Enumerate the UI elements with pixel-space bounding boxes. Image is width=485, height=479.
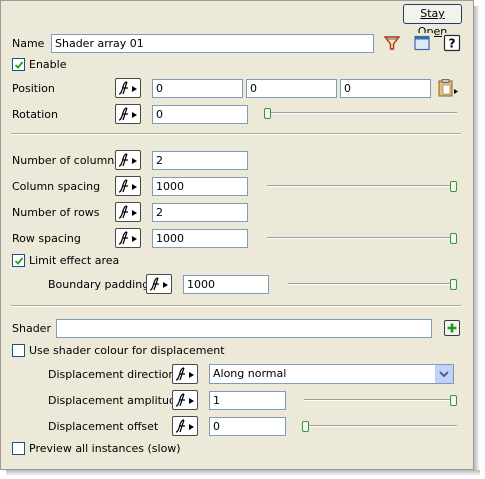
- checkmark-icon: [14, 61, 24, 69]
- displacement-direction-value: Along normal: [213, 367, 287, 380]
- expression-curve-icon: [175, 367, 194, 381]
- columns-label: Number of columns: [12, 154, 121, 167]
- column-spacing-slider-thumb[interactable]: [450, 181, 457, 192]
- expression-curve-icon: [118, 81, 137, 95]
- position-z-field[interactable]: 0: [340, 79, 431, 98]
- use-shader-colour-checkbox[interactable]: [12, 344, 25, 357]
- row-spacing-slider-track[interactable]: [267, 237, 457, 239]
- window-shadow-bottom: [6, 470, 480, 476]
- displacement-offset-expression-button[interactable]: [172, 416, 198, 436]
- position-label: Position: [12, 82, 55, 95]
- row-spacing-field[interactable]: 1000: [152, 229, 248, 248]
- displacement-offset-slider-track[interactable]: [304, 425, 457, 427]
- clipboard-icon: [438, 79, 458, 97]
- displacement-amplitude-expression-button[interactable]: [172, 390, 198, 410]
- stay-open-button[interactable]: Stay Open: [403, 4, 462, 38]
- position-expression-button[interactable]: [115, 78, 141, 98]
- expression-curve-icon: [175, 419, 194, 433]
- boundary-padding-slider-thumb[interactable]: [450, 279, 457, 290]
- help-question-icon: ?: [443, 34, 461, 52]
- chevron-down-icon: [439, 371, 449, 378]
- preview-all-instances-checkbox[interactable]: [12, 442, 25, 455]
- row-spacing-slider-thumb[interactable]: [450, 233, 457, 244]
- expression-curve-icon: [118, 231, 137, 245]
- limit-effect-area-label: Limit effect area: [29, 254, 120, 267]
- expression-curve-icon: [175, 393, 194, 407]
- boundary-padding-label: Boundary padding: [48, 278, 150, 291]
- rows-field[interactable]: 2: [152, 203, 248, 222]
- funnel-filter-icon: [383, 36, 401, 50]
- rotation-label: Rotation: [12, 108, 59, 121]
- name-label: Name: [12, 37, 45, 50]
- expression-curve-icon: [118, 179, 137, 193]
- enable-label: Enable: [29, 58, 67, 71]
- column-spacing-field[interactable]: 1000: [152, 177, 248, 196]
- name-field[interactable]: Shader array 01: [51, 34, 374, 53]
- rotation-slider-track[interactable]: [267, 112, 457, 114]
- columns-field[interactable]: 2: [152, 151, 248, 170]
- boundary-padding-slider-track[interactable]: [288, 283, 457, 285]
- plus-icon: [444, 320, 460, 336]
- enable-checkbox[interactable]: [12, 58, 25, 71]
- add-shader-button[interactable]: [442, 318, 464, 338]
- displacement-offset-slider-thumb[interactable]: [302, 421, 309, 432]
- limit-effect-area-checkbox[interactable]: [12, 254, 25, 267]
- section-divider: [11, 133, 461, 135]
- displacement-amplitude-label: Displacement amplitude: [48, 394, 183, 407]
- rows-label: Number of rows: [12, 206, 100, 219]
- rotation-slider-thumb[interactable]: [264, 108, 271, 119]
- boundary-padding-field[interactable]: 1000: [183, 275, 269, 294]
- window-shadow-right: [474, 6, 480, 476]
- displacement-amplitude-slider-track[interactable]: [304, 399, 457, 401]
- shader-field[interactable]: [56, 319, 432, 338]
- svg-text:?: ?: [449, 37, 456, 51]
- column-spacing-label: Column spacing: [12, 180, 101, 193]
- row-spacing-expression-button[interactable]: [115, 228, 141, 248]
- column-spacing-expression-button[interactable]: [115, 176, 141, 196]
- displacement-direction-select[interactable]: Along normal: [209, 364, 454, 384]
- position-y-field[interactable]: 0: [246, 79, 337, 98]
- section-divider: [11, 305, 461, 307]
- displacement-amplitude-field[interactable]: 1: [209, 391, 286, 410]
- rotation-field[interactable]: 0: [152, 105, 248, 124]
- displacement-amplitude-slider-thumb[interactable]: [450, 395, 457, 406]
- rows-expression-button[interactable]: [115, 202, 141, 222]
- position-x-field[interactable]: 0: [152, 79, 243, 98]
- expression-curve-icon: [118, 205, 137, 219]
- displacement-offset-label: Displacement offset: [48, 420, 159, 433]
- browse-window-button[interactable]: [412, 33, 434, 53]
- shader-label: Shader: [12, 322, 51, 335]
- use-shader-colour-label: Use shader colour for displacement: [29, 344, 225, 357]
- expression-curve-icon: [118, 153, 137, 167]
- boundary-padding-expression-button[interactable]: [146, 274, 172, 294]
- preview-all-instances-label: Preview all instances (slow): [29, 442, 181, 455]
- expression-curve-icon: [149, 277, 168, 291]
- window-icon: [414, 35, 430, 51]
- column-spacing-slider-track[interactable]: [267, 185, 457, 187]
- funnel-filter-button[interactable]: [382, 33, 404, 53]
- row-spacing-label: Row spacing: [12, 232, 81, 245]
- displacement-direction-label: Displacement direction: [48, 368, 176, 381]
- displacement-offset-field[interactable]: 0: [209, 417, 286, 436]
- paste-position-button[interactable]: [436, 78, 462, 98]
- shader-array-panel: Stay Open Name Shader array 01 ? Enable …: [0, 0, 474, 470]
- expression-curve-icon: [118, 107, 137, 121]
- columns-expression-button[interactable]: [115, 150, 141, 170]
- rotation-expression-button[interactable]: [115, 104, 141, 124]
- checkmark-icon: [14, 257, 24, 265]
- help-button[interactable]: ?: [442, 33, 464, 53]
- displacement-direction-expression-button[interactable]: [172, 364, 198, 384]
- dropdown-button[interactable]: [435, 365, 453, 383]
